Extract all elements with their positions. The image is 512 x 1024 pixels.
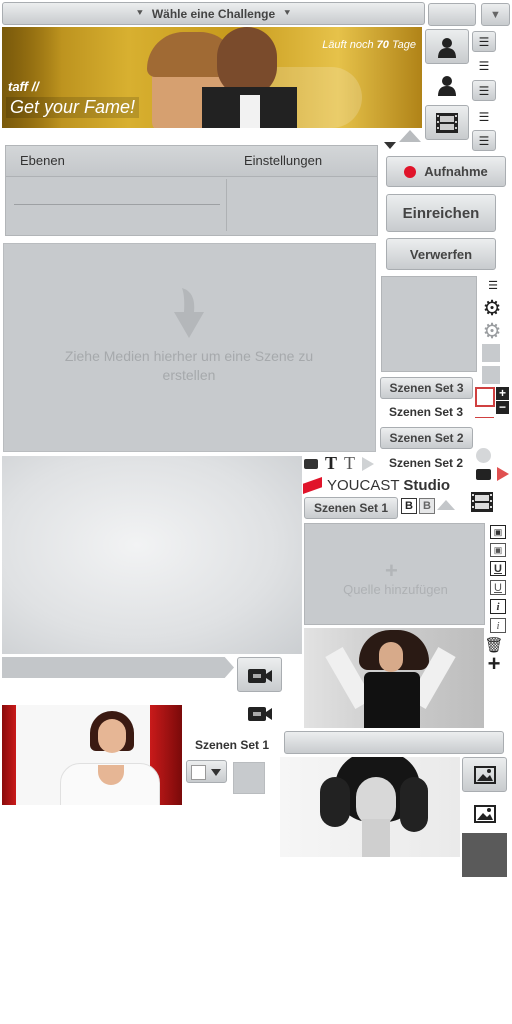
camera-button[interactable] <box>237 657 282 692</box>
brand-title: YOUCAST Studio <box>327 477 451 494</box>
media-thumbnail[interactable] <box>2 705 182 805</box>
banner: Läuft noch 70 Tage taff // Get your Fame… <box>2 27 422 128</box>
underline-icon[interactable]: U <box>490 580 506 595</box>
color-dropdown[interactable] <box>186 760 227 783</box>
media-drop-zone[interactable]: Ziehe Medien hierher um eine Szene zu er… <box>3 243 376 452</box>
text-icon[interactable]: T <box>325 453 337 474</box>
add-source-label: Quelle hinzufügen <box>343 582 448 597</box>
align-center-button[interactable]: ☰ <box>472 130 496 151</box>
selected-swatch[interactable] <box>475 387 495 407</box>
camera-icon[interactable] <box>304 459 318 469</box>
bold-button[interactable]: B <box>419 498 435 514</box>
plus-icon: + <box>385 558 398 583</box>
thumbnail-preview <box>381 276 477 372</box>
bold-button[interactable]: B <box>401 498 417 514</box>
minus-icon[interactable]: − <box>496 401 509 414</box>
color-swatch[interactable] <box>482 344 500 362</box>
tab-settings[interactable]: Einstellungen <box>244 153 322 168</box>
scene-set-3-label: Szenen Set 3 <box>389 405 464 419</box>
align-left-icon[interactable]: ☰ <box>472 106 496 127</box>
tab-layers[interactable]: Ebenen <box>20 153 65 168</box>
layers-settings-panel: Ebenen Einstellungen <box>5 145 378 236</box>
gear-icon[interactable]: ⚙ <box>481 320 503 343</box>
image-icon[interactable]: ▣ <box>490 525 506 539</box>
chevron-down-icon <box>211 769 221 776</box>
remaining-time: Läuft noch 70 Tage <box>322 39 416 51</box>
brand-logo <box>303 477 322 494</box>
image-button[interactable] <box>462 757 507 792</box>
submit-label: Einreichen <box>402 204 480 222</box>
film-button[interactable] <box>425 105 469 140</box>
plus-icon[interactable]: + <box>484 651 504 676</box>
play-icon[interactable] <box>497 467 509 481</box>
color-swatch <box>191 765 206 780</box>
round-indicator <box>476 448 491 463</box>
collapse-arrow-icon[interactable] <box>437 500 455 510</box>
record-button[interactable]: Aufnahme <box>386 156 506 187</box>
text-icon[interactable]: T <box>344 453 355 474</box>
dark-swatch[interactable] <box>462 833 507 877</box>
color-swatch[interactable] <box>482 366 500 384</box>
person-icon[interactable] <box>425 67 469 102</box>
image-icon[interactable] <box>462 796 507 831</box>
record-label: Aufnahme <box>424 164 488 179</box>
submit-button[interactable]: Einreichen <box>386 194 496 232</box>
align-icon: ☰ <box>478 34 490 49</box>
discard-label: Verwerfen <box>409 246 473 262</box>
image-icon[interactable]: ▣ <box>490 543 506 557</box>
image-icon <box>473 765 496 784</box>
media-thumbnail[interactable] <box>280 757 460 857</box>
person-button[interactable] <box>425 29 469 64</box>
play-icon[interactable] <box>362 457 374 471</box>
challenge-dropdown[interactable]: ⯆ Wähle eine Challenge ⯆ <box>2 2 425 25</box>
chevron-down-icon: ⯆ <box>283 8 292 19</box>
plus-icon[interactable]: + <box>496 387 509 400</box>
red-divider <box>475 417 494 418</box>
align-left-button[interactable]: ☰ <box>472 80 496 101</box>
scene-set-1-label: Szenen Set 1 <box>195 738 270 752</box>
add-source-area[interactable]: + Quelle hinzufügen <box>304 523 485 625</box>
align-right-icon[interactable]: ☰ <box>472 55 496 76</box>
input-bar[interactable] <box>284 731 504 754</box>
camera-icon <box>247 668 272 683</box>
media-thumbnail[interactable] <box>304 628 484 728</box>
align-icon[interactable]: ☰ <box>484 277 502 293</box>
underline-icon[interactable]: U <box>490 561 506 576</box>
film-icon[interactable] <box>470 490 494 514</box>
show-name: taff // <box>8 79 39 94</box>
italic-icon[interactable]: i <box>490 599 506 614</box>
color-swatch[interactable] <box>233 762 265 794</box>
drop-arrow-icon <box>174 288 204 338</box>
align-icon: ☰ <box>478 133 490 148</box>
film-icon <box>436 112 458 133</box>
chevron-down-icon: ⯆ <box>135 8 144 19</box>
align-justify-button[interactable]: ☰ <box>472 31 496 52</box>
collapse-arrow-icon[interactable] <box>399 130 421 142</box>
camera-icon[interactable] <box>476 469 491 480</box>
timeline-strip[interactable] <box>2 657 234 678</box>
align-icon: ☰ <box>478 83 490 98</box>
camera-icon[interactable] <box>245 700 275 726</box>
challenge-dropdown-label: Wähle eine Challenge <box>151 6 276 21</box>
drop-zone-text: Ziehe Medien hierher um eine Szene zu er… <box>64 348 314 383</box>
blank-button[interactable] <box>428 3 476 26</box>
record-dot-icon <box>404 165 417 178</box>
scene-set-1-tab[interactable]: Szenen Set 1 <box>304 497 398 519</box>
gear-icon[interactable]: ⚙ <box>481 297 503 320</box>
expand-arrow-icon[interactable] <box>384 142 396 149</box>
scene-set-3-button[interactable]: Szenen Set 3 <box>380 377 473 399</box>
banner-slogan: Get your Fame! <box>6 97 140 118</box>
person-icon <box>438 37 456 58</box>
discard-button[interactable]: Verwerfen <box>386 238 496 270</box>
scene-set-2-button[interactable]: Szenen Set 2 <box>380 427 473 449</box>
italic-icon[interactable]: i <box>490 618 506 633</box>
preview-stage <box>2 456 302 654</box>
scene-set-2-label: Szenen Set 2 <box>389 456 464 470</box>
dropdown-toggle-button[interactable]: ▼ <box>481 3 510 26</box>
chevron-down-icon: ▼ <box>490 8 501 21</box>
